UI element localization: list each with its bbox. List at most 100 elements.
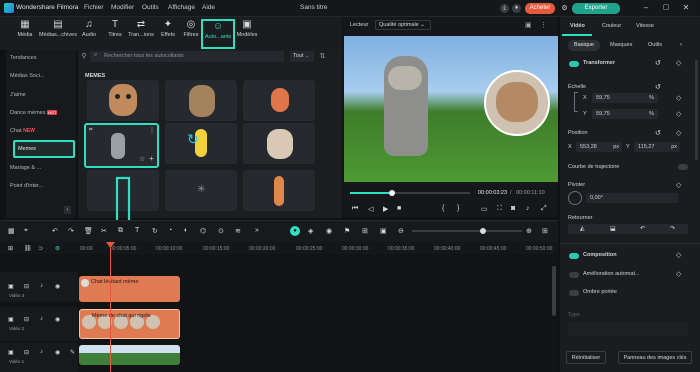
zoom-slider-knob[interactable] xyxy=(480,228,486,234)
delete-icon[interactable]: 🗑 xyxy=(84,227,93,235)
scale-x-keyframe-icon[interactable]: ◇ xyxy=(676,94,681,102)
track2-audio-icon[interactable]: ♪ xyxy=(40,316,43,322)
transform-toggle[interactable] xyxy=(569,61,579,67)
mic-icon[interactable]: ◉ xyxy=(326,227,332,235)
settings-icon[interactable]: ⚙ xyxy=(560,4,569,13)
notification-icon[interactable]: ♦ xyxy=(512,4,521,13)
keyframe-panel-button[interactable]: Panneau des images clés xyxy=(618,351,692,364)
tool-stock-media[interactable]: ▤ Médias...chives xyxy=(38,19,78,47)
tab-color[interactable]: Couleur xyxy=(602,23,621,29)
tool-templates[interactable]: ▣ Modèles xyxy=(234,19,260,47)
quality-dropdown[interactable]: Qualité optimale ⌄ xyxy=(375,20,431,30)
add-track-icon[interactable]: ⊞ xyxy=(8,245,13,252)
timeline-playhead[interactable] xyxy=(110,242,111,372)
track3-visibility-icon[interactable]: ◉ xyxy=(55,283,60,290)
playhead-knob[interactable] xyxy=(389,190,395,196)
display-icon[interactable]: ▭ xyxy=(481,205,488,213)
subtab-tools[interactable]: Outils xyxy=(648,42,662,48)
crop-icon[interactable]: ⧉ xyxy=(118,227,123,235)
split-icon[interactable]: ✂ xyxy=(101,227,107,235)
image-icon[interactable]: ▣ xyxy=(380,227,387,235)
rotate-right-icon[interactable]: ↷ xyxy=(670,225,675,232)
camera-icon[interactable]: ◙ xyxy=(511,205,515,212)
add-icon[interactable]: + xyxy=(149,154,154,163)
sticker-hotdog[interactable] xyxy=(243,170,315,211)
track1-audio-icon[interactable]: ♪ xyxy=(40,349,43,355)
track3-audio-icon[interactable]: ♪ xyxy=(40,283,43,289)
playback-progress[interactable] xyxy=(350,192,470,194)
properties-scrollbar[interactable] xyxy=(695,60,698,160)
track2-visibility-icon[interactable]: ◉ xyxy=(55,316,60,323)
loop-icon[interactable]: ↻ xyxy=(152,227,158,235)
zoom-in-icon[interactable]: ⊕ xyxy=(526,227,532,235)
nav-memes[interactable]: Memes xyxy=(18,146,78,152)
sticker-cat-white[interactable] xyxy=(243,123,315,164)
render-icon[interactable]: ● xyxy=(290,226,300,236)
fullscreen-icon[interactable]: ⛶ xyxy=(497,205,502,213)
rotate-input[interactable]: 0,00° xyxy=(586,193,678,203)
menu-help[interactable]: Aide xyxy=(202,4,215,11)
link-icon[interactable]: ⛓ xyxy=(24,245,32,252)
export-button[interactable]: Exporter xyxy=(572,3,620,14)
reset-scale-icon[interactable]: ↺ xyxy=(655,83,661,91)
ripple-icon[interactable]: ⊛ xyxy=(55,245,60,252)
track3-lock-icon[interactable]: ⊟ xyxy=(24,283,29,290)
nav-like[interactable]: J'aime xyxy=(10,92,70,98)
tool-filters[interactable]: ◎ Filtres xyxy=(180,19,202,47)
menu-view[interactable]: Affichage xyxy=(168,4,195,11)
sticker-banana[interactable]: ↻ xyxy=(165,123,237,164)
scale-y-keyframe-icon[interactable]: ◇ xyxy=(676,110,681,118)
search-input[interactable]: ⌕ Rechercher tous les autocollants xyxy=(90,51,284,62)
sticker-donut[interactable] xyxy=(243,80,315,121)
filter-icon[interactable]: ⚲ xyxy=(80,52,88,60)
select-tool-icon[interactable]: ⌖ xyxy=(24,227,28,235)
close-icon[interactable]: ✕ xyxy=(680,3,692,12)
tool-media[interactable]: ▦ Média xyxy=(10,19,40,47)
reset-transform-icon[interactable]: ↺ xyxy=(655,59,661,67)
expand-icon[interactable]: ⤢ xyxy=(541,205,547,213)
sticker-cat-face[interactable] xyxy=(165,80,237,121)
scale-link-icon[interactable] xyxy=(574,92,578,112)
rotate-left-icon[interactable]: ↶ xyxy=(640,225,645,232)
zoom-slider[interactable] xyxy=(412,230,522,232)
keyframe-icon[interactable]: ◇ xyxy=(676,59,681,67)
prev-frame-icon[interactable]: ⏮ xyxy=(352,205,358,213)
shield-icon[interactable]: ◈ xyxy=(308,227,313,235)
composition-keyframe-icon[interactable]: ◇ xyxy=(676,251,681,259)
tool-audio[interactable]: ♫ Audio xyxy=(78,19,100,47)
maximize-icon[interactable]: ▢ xyxy=(660,3,672,11)
track1-visibility-icon[interactable]: ◉ xyxy=(55,349,60,356)
nav-wedding[interactable]: Mariage & ... xyxy=(10,165,70,171)
menu-file[interactable]: Fichier xyxy=(84,4,104,11)
more-icon[interactable]: ⋮ xyxy=(149,127,155,134)
chevron-right-icon[interactable]: › xyxy=(680,42,682,48)
sticker-loading[interactable]: ✳ xyxy=(165,170,237,211)
filter-dropdown[interactable]: Tout ⌄ xyxy=(290,51,314,62)
step-back-icon[interactable]: ◁ xyxy=(368,205,373,213)
subtab-masks[interactable]: Masques xyxy=(610,42,632,48)
volume-icon[interactable]: ♪ xyxy=(526,205,530,212)
menu-edit[interactable]: Modifier xyxy=(111,4,134,11)
sticker-cat-shocked[interactable] xyxy=(87,80,159,121)
grid-icon[interactable]: ⊞ xyxy=(542,227,548,235)
buy-button[interactable]: Acheter xyxy=(525,3,555,14)
sticker-levitating-cat-selected[interactable]: ⌗ ⋮ ☆ + xyxy=(84,123,159,168)
flip-vertical-icon[interactable]: ⬓ xyxy=(610,225,616,232)
mark-out-icon[interactable]: } xyxy=(457,205,459,212)
flip-horizontal-icon[interactable]: ◭ xyxy=(580,225,585,232)
mask-icon[interactable]: ⊙ xyxy=(218,227,224,235)
track1-edit-icon[interactable]: ✎ xyxy=(70,349,75,356)
scale-y-input[interactable]: 59,75% xyxy=(592,109,658,119)
subtab-basic[interactable]: Basique xyxy=(568,40,600,51)
color-icon[interactable]: ◐ xyxy=(184,227,188,234)
nav-social-media[interactable]: Médias Soci... xyxy=(10,73,70,79)
track1-lock-icon[interactable]: ⊟ xyxy=(24,349,29,356)
tab-video[interactable]: Vidéo xyxy=(562,17,592,36)
collapse-nav-icon[interactable]: ‹ xyxy=(64,206,71,214)
nav-cat[interactable]: Chat NEW xyxy=(10,128,70,134)
reset-position-icon[interactable]: ↺ xyxy=(655,129,661,137)
favorite-star-icon[interactable]: ☆ xyxy=(139,155,145,163)
marker-icon[interactable]: ⚑ xyxy=(344,227,350,235)
position-x-input[interactable]: 553,28 px xyxy=(576,142,622,152)
clip-video3[interactable]: Chat lévitant mème xyxy=(79,276,180,302)
